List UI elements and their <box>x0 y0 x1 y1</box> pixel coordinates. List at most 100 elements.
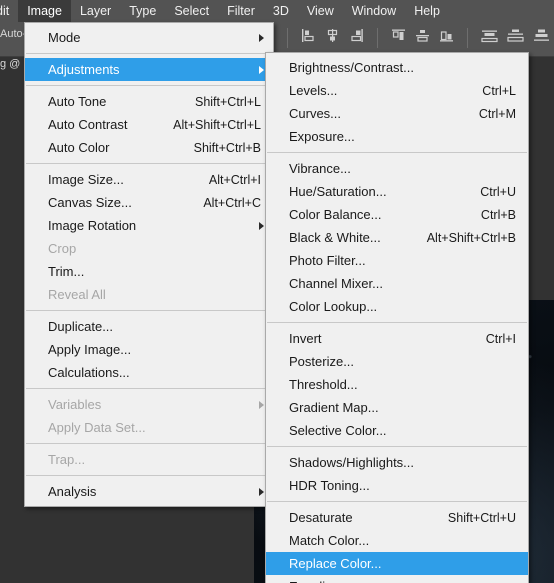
menu-item-crop: Crop <box>25 237 273 260</box>
menu-item-hue-saturation[interactable]: Hue/Saturation... Ctrl+U <box>266 180 528 203</box>
menu-item-threshold[interactable]: Threshold... <box>266 373 528 396</box>
menubar-item-help[interactable]: Help <box>405 0 449 22</box>
menubar-item-type[interactable]: Type <box>120 0 165 22</box>
menu-item-label: Trap... <box>48 452 86 467</box>
menu-item-label: Reveal All <box>48 287 106 302</box>
menu-separator <box>26 475 272 476</box>
menu-item-exposure[interactable]: Exposure... <box>266 125 528 148</box>
toolbar-separator <box>377 28 378 48</box>
menubar-item-image[interactable]: Image <box>18 0 71 22</box>
menu-item-brightness-contrast[interactable]: Brightness/Contrast... <box>266 56 528 79</box>
menu-bar: ditImageLayerTypeSelectFilter3DViewWindo… <box>0 0 554 22</box>
menu-item-label: Black & White... <box>289 230 381 245</box>
menubar-item-3d[interactable]: 3D <box>264 0 298 22</box>
menu-item-label: Shadows/Highlights... <box>289 455 415 470</box>
align-horizontal-centers-icon[interactable] <box>325 28 340 48</box>
submenu-arrow-icon <box>259 487 264 496</box>
align-bottom-edges-icon[interactable] <box>439 28 454 48</box>
align-left-edges-icon[interactable] <box>301 28 316 48</box>
menu-item-image-size[interactable]: Image Size... Alt+Ctrl+I <box>25 168 273 191</box>
menu-item-curves[interactable]: Curves... Ctrl+M <box>266 102 528 125</box>
menu-item-mode[interactable]: Mode <box>25 26 273 49</box>
menu-item-duplicate[interactable]: Duplicate... <box>25 315 273 338</box>
menubar-item-window[interactable]: Window <box>343 0 405 22</box>
menu-item-label: Vibrance... <box>289 161 351 176</box>
menu-item-label: Crop <box>48 241 77 256</box>
menu-item-label: Gradient Map... <box>289 400 379 415</box>
menu-item-trim[interactable]: Trim... <box>25 260 273 283</box>
menu-item-match-color[interactable]: Match Color... <box>266 529 528 552</box>
menu-item-shortcut: Shift+Ctrl+B <box>193 140 261 155</box>
align-right-edges-icon[interactable] <box>349 28 364 48</box>
menu-item-shortcut: Alt+Ctrl+C <box>203 195 261 210</box>
menubar-item-select[interactable]: Select <box>165 0 218 22</box>
menu-item-canvas-size[interactable]: Canvas Size... Alt+Ctrl+C <box>25 191 273 214</box>
menu-item-channel-mixer[interactable]: Channel Mixer... <box>266 272 528 295</box>
menu-item-label: Adjustments <box>48 62 120 77</box>
menu-separator <box>26 53 272 54</box>
distribute-bottom-edges-icon[interactable] <box>533 28 550 48</box>
menu-separator <box>26 388 272 389</box>
menu-item-label: Replace Color... <box>289 556 382 571</box>
menu-item-posterize[interactable]: Posterize... <box>266 350 528 373</box>
menu-item-adjustments[interactable]: Adjustments <box>25 58 273 81</box>
menu-item-vibrance[interactable]: Vibrance... <box>266 157 528 180</box>
menu-item-label: Apply Image... <box>48 342 132 357</box>
menubar-item-layer[interactable]: Layer <box>71 0 120 22</box>
menubar-item-view[interactable]: View <box>298 0 343 22</box>
align-vertical-centers-icon[interactable] <box>415 28 430 48</box>
align-top-edges-icon[interactable] <box>391 28 406 48</box>
photoshop-window: ditImageLayerTypeSelectFilter3DViewWindo… <box>0 0 554 583</box>
options-auto-label: Auto- <box>0 28 27 40</box>
menu-item-levels[interactable]: Levels... Ctrl+L <box>266 79 528 102</box>
align-buttons-group <box>283 28 550 48</box>
menu-item-label: HDR Toning... <box>289 478 370 493</box>
menu-item-replace-color[interactable]: Replace Color... <box>266 552 528 575</box>
distribute-vertical-centers-icon[interactable] <box>507 28 524 48</box>
menu-item-auto-tone[interactable]: Auto Tone Shift+Ctrl+L <box>25 90 273 113</box>
menu-separator <box>267 322 527 323</box>
menubar-item-filter[interactable]: Filter <box>218 0 264 22</box>
menu-item-apply-data-set: Apply Data Set... <box>25 416 273 439</box>
menubar-item-dit[interactable]: dit <box>0 0 18 22</box>
menu-item-label: Canvas Size... <box>48 195 132 210</box>
menu-item-shadows-highlights[interactable]: Shadows/Highlights... <box>266 451 528 474</box>
menu-item-variables: Variables <box>25 393 273 416</box>
menu-item-equalize[interactable]: Equalize <box>266 575 528 583</box>
menu-item-invert[interactable]: Invert Ctrl+I <box>266 327 528 350</box>
menu-item-label: Equalize <box>266 579 339 583</box>
menu-item-auto-contrast[interactable]: Auto Contrast Alt+Shift+Ctrl+L <box>25 113 273 136</box>
menu-item-label: Match Color... <box>289 533 370 548</box>
menu-item-trap: Trap... <box>25 448 273 471</box>
menu-item-apply-image[interactable]: Apply Image... <box>25 338 273 361</box>
menu-item-selective-color[interactable]: Selective Color... <box>266 419 528 442</box>
menu-item-image-rotation[interactable]: Image Rotation <box>25 214 273 237</box>
menu-item-shortcut: Alt+Shift+Ctrl+B <box>426 230 516 245</box>
menu-item-shortcut: Ctrl+B <box>480 207 516 222</box>
menu-item-color-lookup[interactable]: Color Lookup... <box>266 295 528 318</box>
menu-item-black-white[interactable]: Black & White... Alt+Shift+Ctrl+B <box>266 226 528 249</box>
image-menu: Mode Adjustments Auto Tone Shift+Ctrl+L Auto… <box>24 22 274 507</box>
menu-separator <box>26 443 272 444</box>
menu-item-label: Image Rotation <box>48 218 137 233</box>
menu-item-calculations[interactable]: Calculations... <box>25 361 273 384</box>
menu-item-color-balance[interactable]: Color Balance... Ctrl+B <box>266 203 528 226</box>
menu-item-gradient-map[interactable]: Gradient Map... <box>266 396 528 419</box>
menu-item-label: Color Lookup... <box>289 299 378 314</box>
menu-item-photo-filter[interactable]: Photo Filter... <box>266 249 528 272</box>
menu-item-shortcut: Alt+Ctrl+I <box>208 172 261 187</box>
distribute-top-edges-icon[interactable] <box>481 28 498 48</box>
menu-item-auto-color[interactable]: Auto Color Shift+Ctrl+B <box>25 136 273 159</box>
menu-item-label: Desaturate <box>289 510 353 525</box>
submenu-arrow-icon <box>259 65 264 74</box>
menu-item-label: Levels... <box>289 83 338 98</box>
menu-item-desaturate[interactable]: Desaturate Shift+Ctrl+U <box>266 506 528 529</box>
menu-item-label: Auto Color <box>48 140 110 155</box>
menu-item-label: Variables <box>48 397 102 412</box>
menu-item-label: Color Balance... <box>289 207 382 222</box>
menu-item-analysis[interactable]: Analysis <box>25 480 273 503</box>
menu-separator <box>26 85 272 86</box>
menu-item-label: Hue/Saturation... <box>289 184 387 199</box>
menu-item-hdr-toning[interactable]: HDR Toning... <box>266 474 528 497</box>
menu-item-label: Apply Data Set... <box>48 420 146 435</box>
